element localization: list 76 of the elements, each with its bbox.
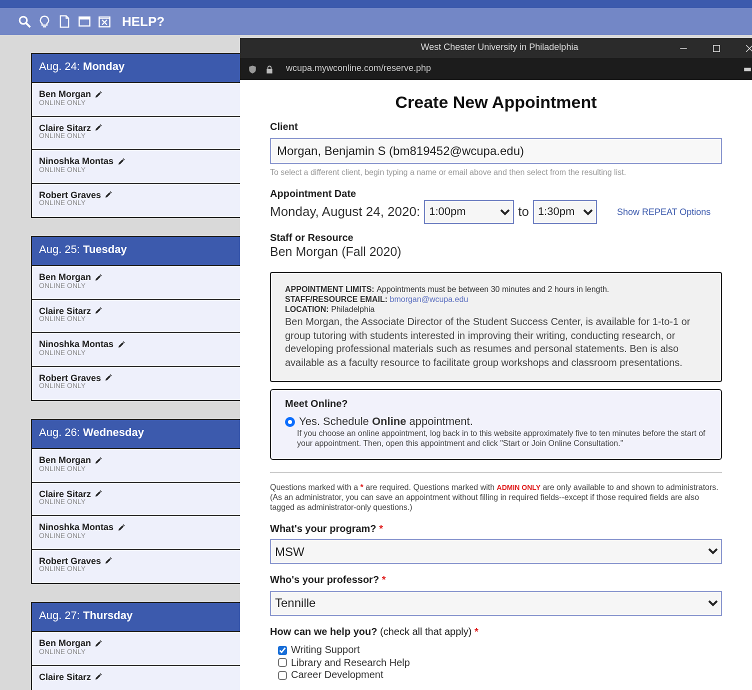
pencil-icon[interactable] — [95, 490, 102, 498]
field-label: Client — [270, 121, 299, 134]
repeat-link[interactable]: Show REPEAT Options — [616, 206, 711, 218]
dropdown-field[interactable]: Tennille — [270, 590, 722, 616]
pencil-icon[interactable] — [95, 124, 102, 132]
close-box-icon[interactable] — [98, 15, 111, 28]
separator-text: to — [518, 204, 529, 220]
close-icon[interactable] — [745, 44, 752, 52]
staff-name: Claire Sitarz — [39, 672, 92, 682]
question-label: What's your program? * — [270, 522, 384, 536]
time-select[interactable]: 1:30pm — [532, 200, 597, 224]
checkbox[interactable] — [278, 670, 287, 680]
document-icon[interactable] — [58, 15, 71, 28]
checkbox-label: Library and Research Help — [291, 656, 410, 670]
pencil-icon[interactable] — [118, 524, 125, 531]
day-title: Aug. 25: Tuesday — [39, 243, 127, 255]
day-title: Aug. 27: Thursday — [39, 609, 133, 621]
hint-text: To select a different client, begin typing a name or email above and then select from the resulting list. — [270, 168, 628, 178]
pencil-icon[interactable] — [95, 640, 102, 647]
pencil-icon[interactable] — [95, 90, 102, 98]
email-link[interactable]: bmorgan@wcupa.edu — [390, 295, 468, 304]
staff-name: Ninoshka Montas — [39, 339, 114, 350]
question-label: How can we help you? (check all that apply) * — [270, 626, 480, 638]
description-text: Ben Morgan, the Associate Director of the Student Success Center, is available for 1-to-1 or group tutoring with students interested in improving their writing, conducting research, or developing professional materials such as resumes and personal statements. Ben is also available as a faculty resource to facilitate group workshops and classroom presentations. — [285, 315, 692, 370]
lightbulb-icon[interactable] — [38, 15, 51, 28]
pencil-icon[interactable] — [95, 456, 102, 464]
staff-name: Ben Morgan — [39, 455, 92, 466]
lock-icon — [265, 64, 274, 74]
pencil-icon[interactable] — [118, 158, 125, 165]
search-icon[interactable] — [18, 15, 31, 28]
staff-name: Ben Morgan — [39, 272, 92, 283]
url-text[interactable]: wcupa.mywconline.com/reserve.php — [286, 62, 735, 76]
pencil-icon[interactable] — [95, 307, 102, 314]
staff-name: Robert Graves — [39, 556, 102, 566]
time-select[interactable]: 1:00pm — [424, 200, 514, 224]
pencil-icon[interactable] — [95, 673, 102, 680]
page-title: Create New Appointment — [394, 92, 598, 114]
staff-name: Ben Morgan — [39, 638, 92, 649]
panel-title: Meet Online? — [285, 398, 349, 411]
staff-name: Ninoshka Montas — [39, 522, 114, 533]
client-field[interactable]: Morgan, Benjamin S (bm819452@wcupa.edu) — [270, 138, 722, 164]
staff-name: Robert Graves — [39, 190, 102, 200]
window-title: West Chester University in Philadelphia — [420, 41, 580, 54]
pencil-icon[interactable] — [105, 557, 112, 564]
field-label: Staff or Resource — [270, 232, 354, 245]
window-icon[interactable] — [78, 15, 91, 28]
pencil-icon[interactable] — [95, 274, 102, 281]
staff-name: Ben Morgan — [39, 89, 92, 100]
radio-button[interactable] — [285, 416, 295, 427]
checkbox-label: Career Development — [291, 669, 384, 682]
dropdown-field[interactable]: MSW — [270, 539, 722, 564]
field-label: Appointment Date — [270, 188, 358, 200]
maximize-icon[interactable] — [712, 44, 721, 52]
checkbox[interactable] — [278, 646, 287, 655]
day-title: Aug. 24: Monday — [39, 60, 125, 72]
question-label: Who's your professor? * — [270, 574, 387, 587]
info-line: LOCATION: Philadelphia — [285, 305, 376, 316]
staff-value: Ben Morgan (Fall 2020) — [270, 244, 402, 260]
staff-name: Ninoshka Montas — [39, 156, 114, 167]
pencil-icon[interactable] — [105, 374, 112, 382]
date-text: Monday, August 24, 2020: — [270, 204, 420, 220]
radio-label: Yes. Schedule Online appointment. — [299, 414, 473, 429]
day-title: Aug. 26: Wednesday — [39, 426, 144, 438]
pencil-icon[interactable] — [118, 340, 125, 348]
staff-name: Claire Sitarz — [39, 306, 92, 316]
info-line: APPOINTMENT LIMITS: Appointments must be between 30 minutes and 2 hours in length. — [285, 285, 610, 296]
staff-name: Claire Sitarz — [39, 122, 92, 133]
description-text: If you choose an online appointment, log back in to this website approximately five to ten minutes before the start of your appointment. Then, open this appointment and click "Start or Join Online Consultation." — [296, 428, 706, 449]
pencil-icon[interactable] — [105, 191, 112, 198]
staff-name: Claire Sitarz — [39, 488, 92, 499]
staff-name: Robert Graves — [39, 372, 102, 383]
info-line: STAFF/RESOURCE EMAIL: bmorgan@wcupa.edu — [285, 295, 470, 306]
staff-slot[interactable]: Claire Sitarz — [32, 666, 241, 690]
shield-icon — [248, 64, 257, 74]
checkbox-label: Writing Support — [291, 644, 360, 657]
checkbox[interactable] — [278, 658, 287, 668]
